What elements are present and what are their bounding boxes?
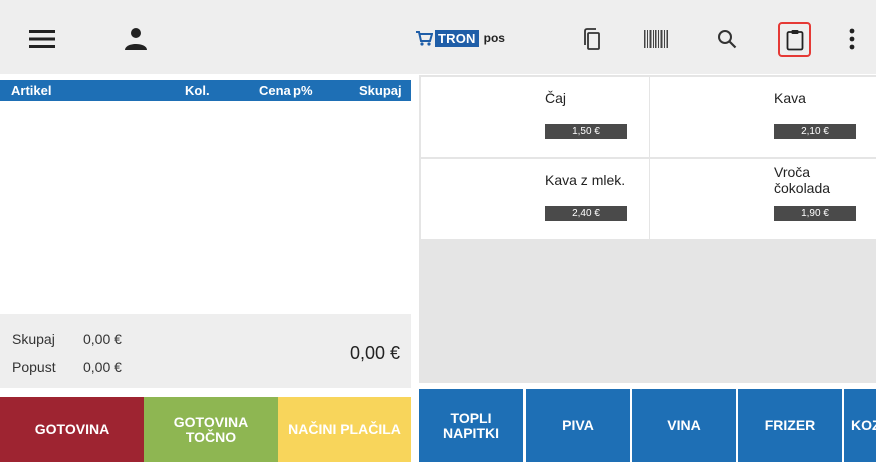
more-vertical-icon <box>849 28 855 50</box>
grand-total: 0,00 € <box>349 343 400 363</box>
product-name: Kava <box>774 90 806 106</box>
product-tile[interactable]: Čaj 1,50 € <box>421 77 649 157</box>
product-tile[interactable]: Kava 2,10 € <box>650 77 876 157</box>
logo-tron-text: TRON <box>435 29 479 47</box>
product-price: 2,40 € <box>545 206 627 221</box>
clipboard-button[interactable] <box>778 22 811 57</box>
menu-button[interactable] <box>24 22 60 56</box>
category-label: TOPLI NAPITKI <box>443 409 499 441</box>
column-discount: p% <box>293 83 313 98</box>
barcode-button[interactable] <box>639 22 673 56</box>
category-tab[interactable]: PIVA <box>526 389 630 462</box>
category-tab[interactable]: TOPLI NAPITKI <box>419 389 523 462</box>
discount-label: Popust <box>12 359 56 375</box>
category-tab[interactable]: KOZ <box>844 389 876 462</box>
barcode-icon <box>644 30 668 48</box>
product-tile[interactable]: Vroča čokolada 1,90 € <box>650 159 876 239</box>
category-bar: TOPLI NAPITKI PIVA VINA FRIZER KOZ <box>419 389 876 462</box>
top-toolbar: TRON pos <box>0 0 876 74</box>
column-article: Artikel <box>11 83 52 98</box>
search-button[interactable] <box>710 22 744 56</box>
product-name: Kava z mlek. <box>545 172 626 188</box>
copy-icon <box>584 28 600 50</box>
pay-cash-exact-label: GOTOVINA TOČNO <box>173 413 249 445</box>
clipboard-icon <box>786 29 803 50</box>
product-tile[interactable]: Kava z mlek. 2,40 € <box>421 159 649 239</box>
product-grid: Čaj 1,50 € Kava 2,10 € Kava z mlek. 2,40… <box>419 75 876 383</box>
subtotal-label: Skupaj <box>12 331 55 347</box>
product-name: Čaj <box>545 90 567 106</box>
user-icon <box>125 28 147 50</box>
search-icon <box>718 30 737 49</box>
copy-button[interactable] <box>574 22 608 56</box>
product-price: 1,50 € <box>545 124 627 139</box>
logo-pos-text: pos <box>483 31 505 45</box>
product-price: 1,90 € <box>774 206 856 221</box>
discount-value: 0,00 € <box>83 359 122 375</box>
column-total: Skupaj <box>359 83 402 98</box>
category-tab[interactable]: VINA <box>632 389 736 462</box>
totals-panel: Skupaj 0,00 € Popust 0,00 € 0,00 € <box>0 314 411 388</box>
payment-methods-button[interactable]: NAČINI PLAČILA <box>278 397 411 462</box>
more-options-button[interactable] <box>838 22 866 56</box>
tron-pos-logo: TRON pos <box>415 27 505 49</box>
menu-icon <box>29 30 55 48</box>
item-list-header: Artikel Kol. Cena p% Skupaj <box>0 80 411 101</box>
category-tab[interactable]: FRIZER <box>738 389 842 462</box>
subtotal-value: 0,00 € <box>83 331 122 347</box>
user-button[interactable] <box>118 20 154 56</box>
column-quantity: Kol. <box>185 83 210 98</box>
product-price: 2,10 € <box>774 124 856 139</box>
column-price: Cena <box>259 83 291 98</box>
pay-cash-exact-button[interactable]: GOTOVINA TOČNO <box>144 397 278 462</box>
product-name: Vroča čokolada <box>774 164 831 196</box>
pay-cash-button[interactable]: GOTOVINA <box>0 397 144 462</box>
item-list[interactable] <box>0 101 411 314</box>
shopping-cart-icon <box>416 31 433 46</box>
